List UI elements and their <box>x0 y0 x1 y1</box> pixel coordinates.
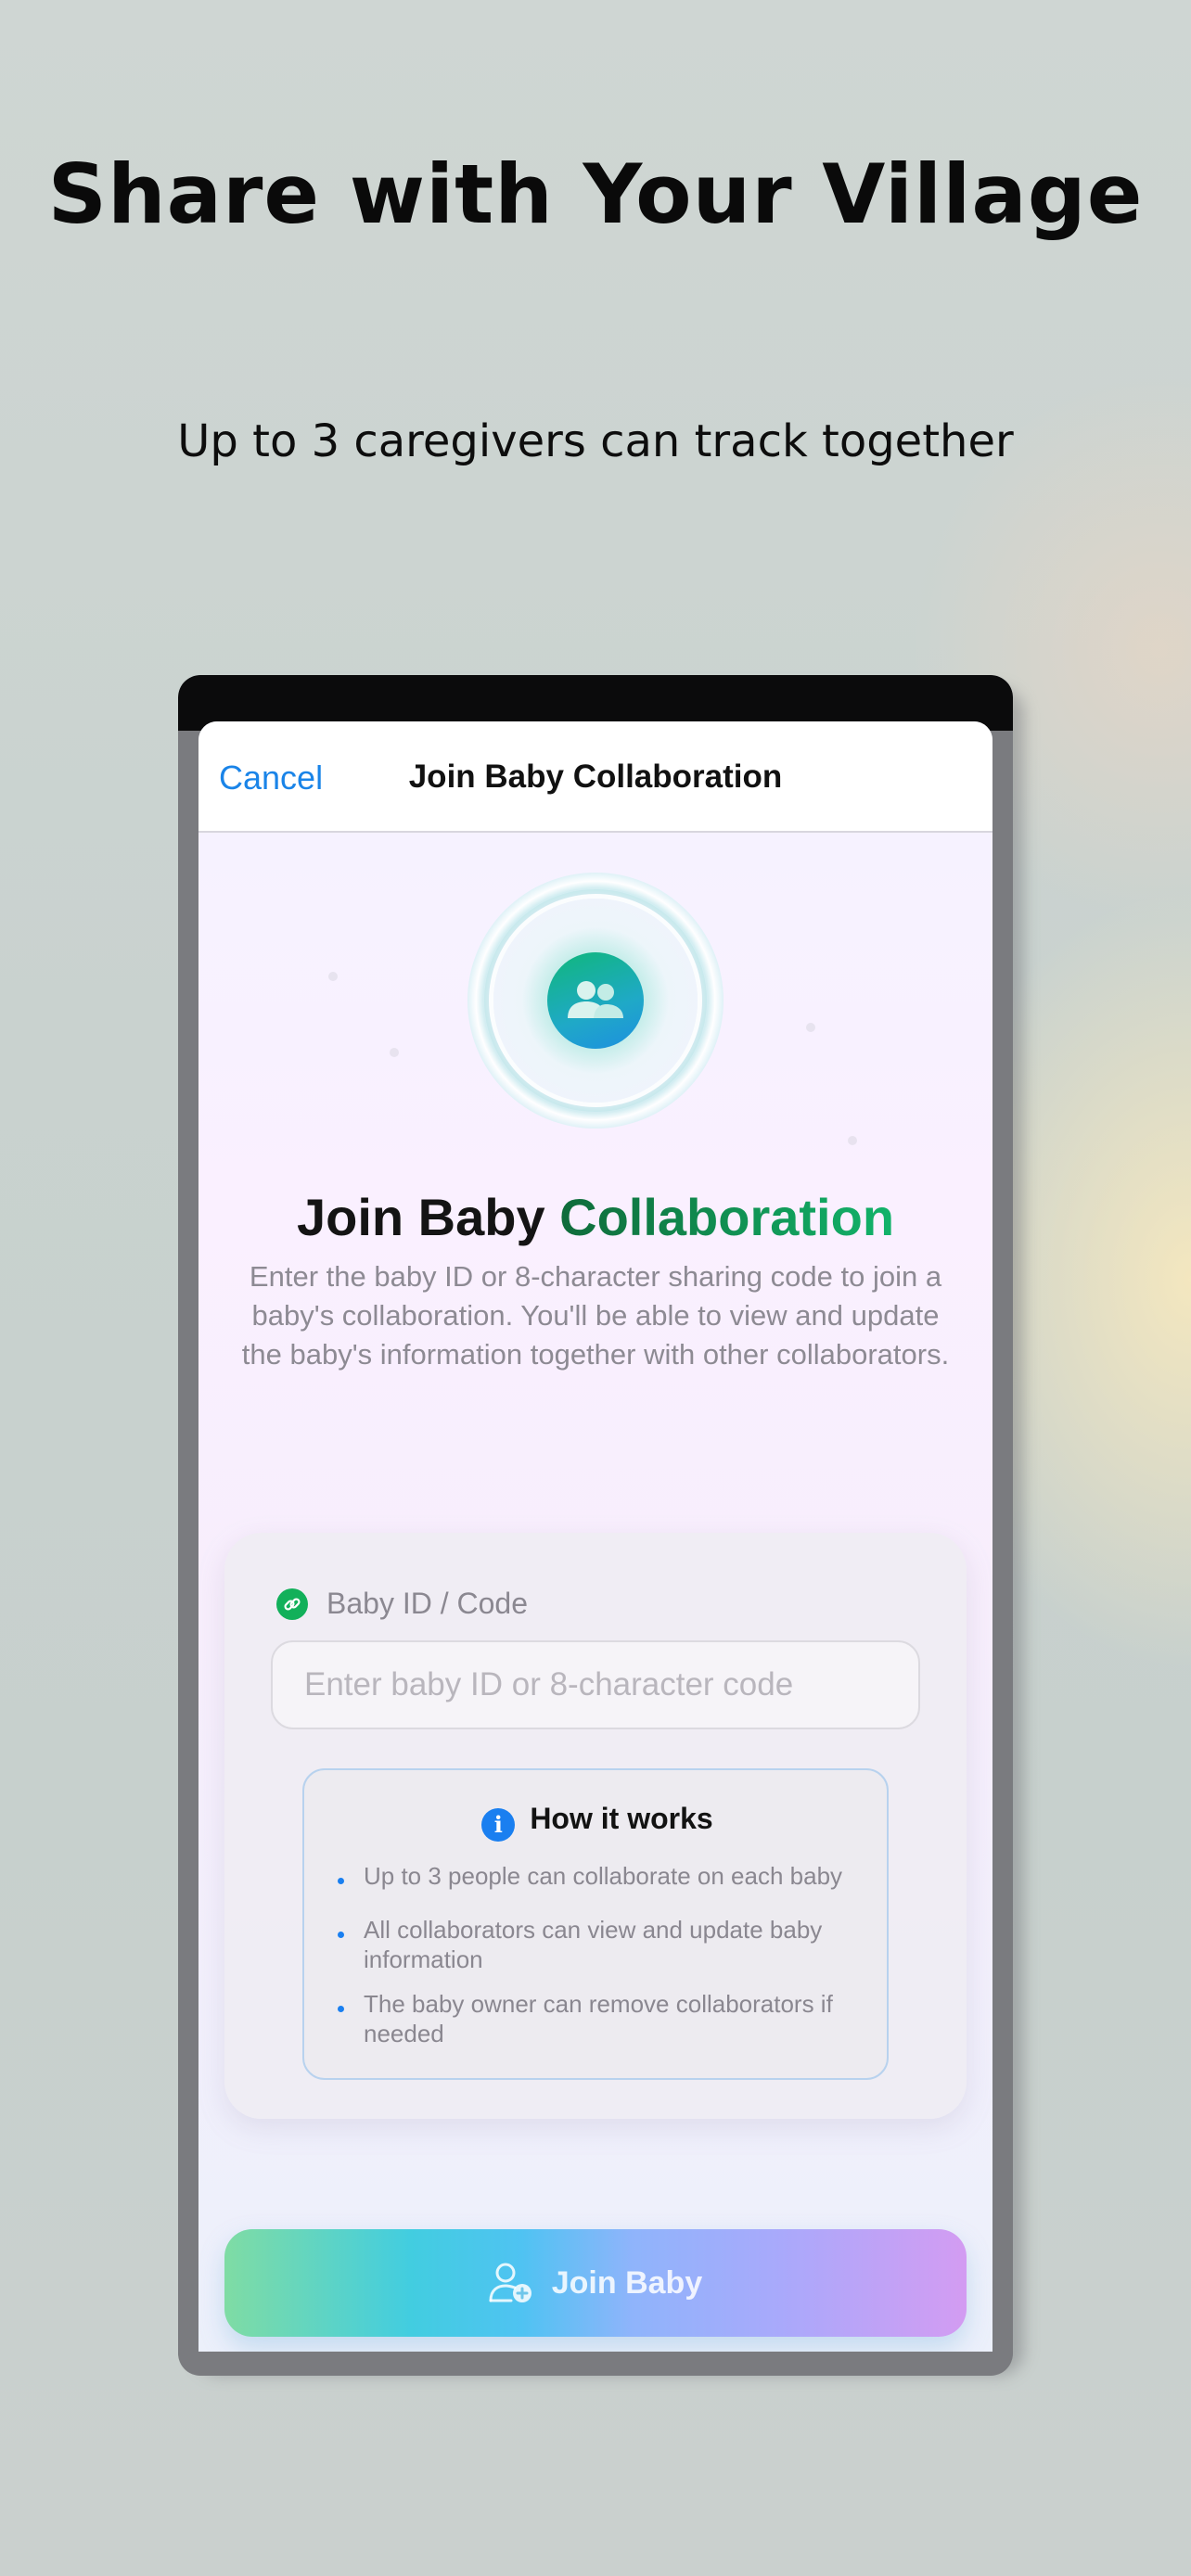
link-icon <box>276 1588 308 1620</box>
marketing-headline: Share with Your Village <box>47 147 1144 242</box>
decor-dot <box>806 1023 815 1032</box>
how-it-works-item: All collaborators can view and update ba… <box>338 1915 864 1974</box>
two-people-icon <box>547 952 644 1049</box>
join-collaboration-sheet: Cancel Join Baby Collaboration Join Baby… <box>198 721 992 2352</box>
how-it-works-title: How it works <box>530 1802 713 1835</box>
nav-title: Join Baby Collaboration <box>408 759 783 795</box>
add-person-icon <box>489 2263 531 2302</box>
marketing-subhead: Up to 3 caregivers can track together <box>177 415 1014 467</box>
decor-dot <box>390 1048 399 1057</box>
hero-description: Enter the baby ID or 8-character sharing… <box>241 1260 950 1371</box>
decor-dot <box>848 1136 857 1145</box>
code-entry-card: Baby ID / Code i How it works Up to 3 peo… <box>224 1533 967 2119</box>
field-label: Baby ID / Code <box>327 1587 528 1620</box>
hero-title-part1: Join Baby <box>296 1188 560 1246</box>
phone-frame: Cancel Join Baby Collaboration Join Baby… <box>178 675 1013 2376</box>
how-it-works-item: The baby owner can remove collaborators … <box>338 1989 864 2048</box>
baby-id-input-wrapper[interactable] <box>271 1640 920 1729</box>
info-icon: i <box>481 1808 516 1842</box>
hero-title-accent: Collaboration <box>559 1188 895 1246</box>
join-baby-button[interactable]: Join Baby <box>224 2229 967 2337</box>
join-baby-label: Join Baby <box>551 2264 703 2301</box>
how-it-works-box: i How it works Up to 3 people can collabo… <box>302 1768 889 2080</box>
how-it-works-heading: i How it works <box>304 1802 890 1842</box>
decor-dot <box>328 972 338 981</box>
baby-id-input[interactable] <box>273 1642 918 1728</box>
navigation-bar: Cancel Join Baby Collaboration <box>198 721 992 833</box>
hero-title: Join Baby Collaboration <box>198 1187 992 1247</box>
how-it-works-item: Up to 3 people can collaborate on each b… <box>338 1861 864 1891</box>
